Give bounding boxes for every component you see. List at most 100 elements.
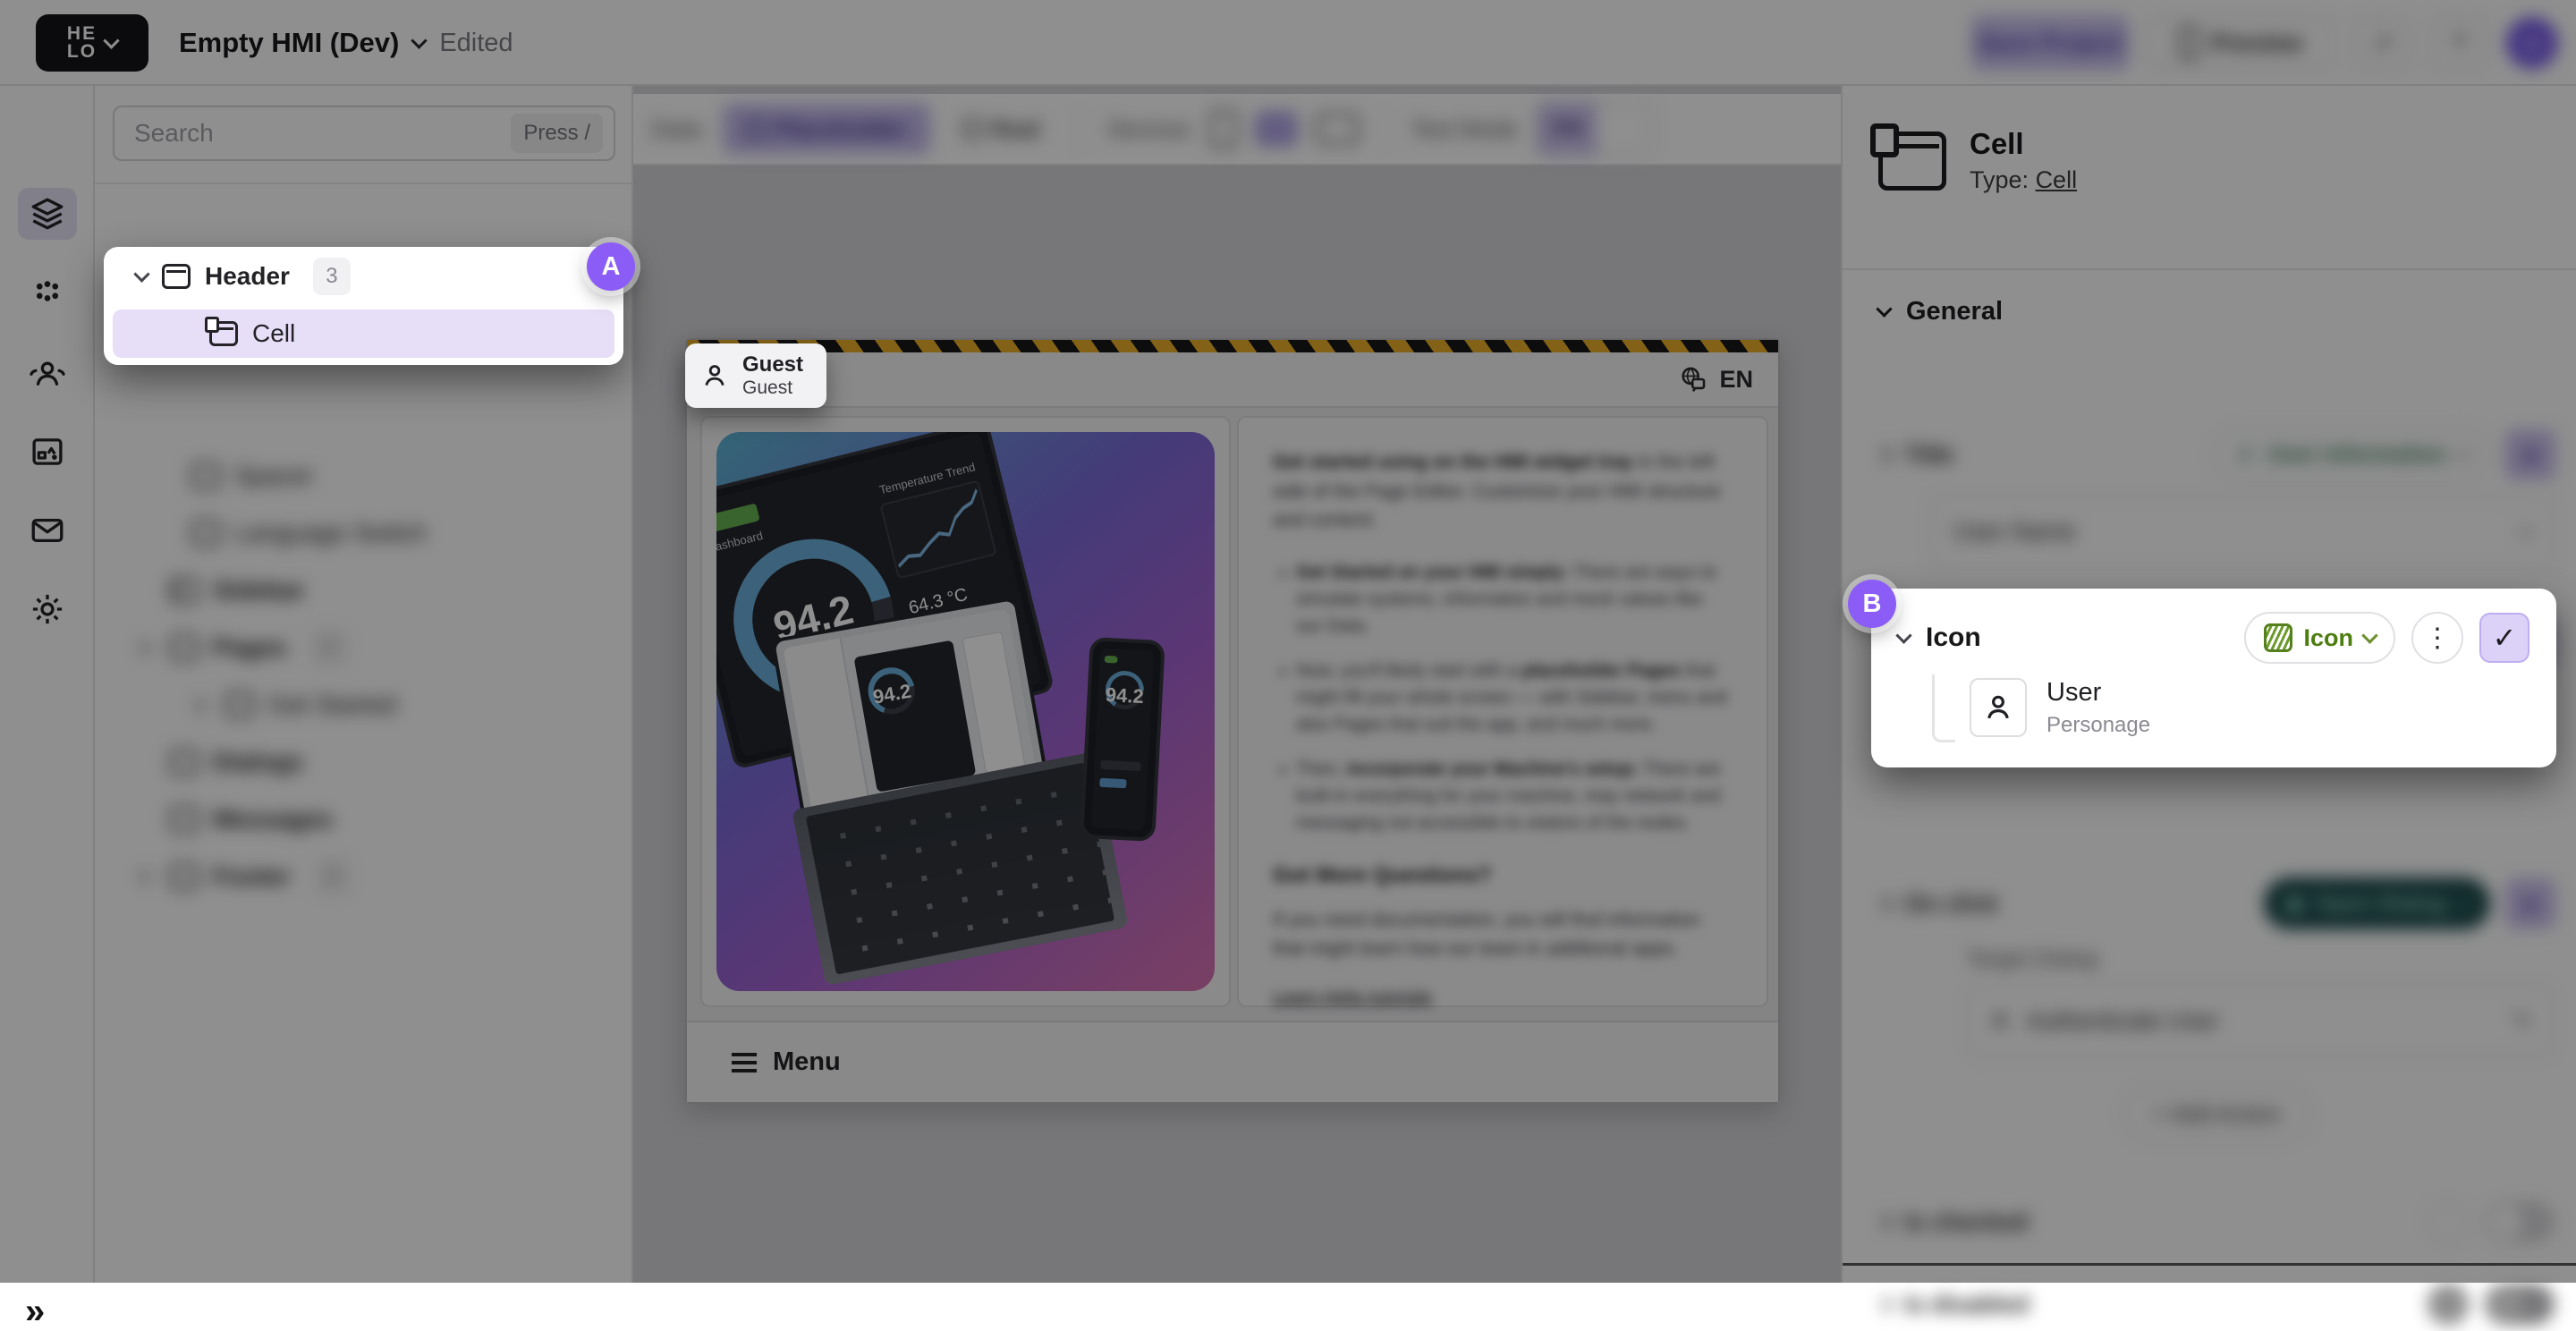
rail-item-users[interactable] xyxy=(18,347,77,399)
preview-button[interactable]: Preview xyxy=(2147,15,2334,71)
gear-icon xyxy=(29,590,66,628)
inspector-header: Cell Type: Cell xyxy=(1878,127,2077,194)
selected-icon-label: User Personage xyxy=(2046,678,2150,738)
monitor-device-button[interactable] xyxy=(1316,114,1359,144)
highlighted-icon-section: Icon Icon ⋮ ✓ User Personage xyxy=(1871,589,2556,767)
indent-guide xyxy=(1932,674,1955,742)
tree-item-pages[interactable]: Pages 2 xyxy=(95,619,633,676)
tree-item-cell-selected[interactable]: Cell xyxy=(113,309,614,358)
rail-item-settings[interactable] xyxy=(18,583,77,635)
test-mode-label: Test Mode xyxy=(1411,115,1518,143)
binding-circle-button[interactable] xyxy=(2428,1201,2469,1242)
helio-logo[interactable]: HELO xyxy=(36,14,148,72)
tree-item-messages[interactable]: Messages xyxy=(95,791,633,848)
selected-icon-tile[interactable] xyxy=(1970,678,2027,737)
guest-cell-widget[interactable]: Guest Guest xyxy=(685,343,826,408)
divider xyxy=(1384,109,1385,148)
person-icon xyxy=(699,360,730,391)
help-button[interactable]: ? xyxy=(2429,15,2488,71)
preview-content: Dashboard 94.2kg/h Temperature Trend 64.… xyxy=(687,408,1778,1022)
search-box[interactable]: Press / xyxy=(113,106,615,161)
confirm-check-button[interactable]: ✓ xyxy=(2479,613,2529,663)
icon-section-label: Icon xyxy=(1926,623,1981,653)
expand-rail-button[interactable]: » xyxy=(25,1293,45,1329)
devices-group: Devices xyxy=(1107,110,1358,148)
rail-item-messages[interactable] xyxy=(18,504,77,556)
binding-button[interactable]: ◈ xyxy=(2506,879,2555,928)
tree-item-dialogs[interactable]: Dialogs xyxy=(95,733,633,791)
binding-button[interactable]: ◈ xyxy=(2506,430,2555,479)
user-avatar[interactable]: ● xyxy=(2506,17,2558,69)
is-checked-toggle[interactable] xyxy=(2485,1201,2555,1242)
chevron-down-icon xyxy=(2454,893,2470,909)
data-label: Data: xyxy=(651,115,707,143)
devices-hero-image: Dashboard 94.2kg/h Temperature Trend 64.… xyxy=(716,432,1215,991)
project-title: Empty HMI (Dev) xyxy=(179,27,399,59)
tree-item-sidebar[interactable]: Sidebar xyxy=(95,562,633,619)
project-switcher[interactable]: Empty HMI (Dev) Edited xyxy=(179,0,513,86)
preview-menu-bar[interactable]: Menu xyxy=(687,1021,1778,1102)
chevron-right-icon xyxy=(1876,1214,1892,1230)
target-dialog-input[interactable]: Authenticate User ✎ xyxy=(1966,984,2555,1057)
hamburger-icon xyxy=(732,1053,757,1056)
more-options-button[interactable]: ⋮ xyxy=(2411,612,2463,664)
guest-title: Guest xyxy=(742,352,803,377)
language-code: EN xyxy=(1719,366,1753,394)
helio-logo-mark: HELO xyxy=(67,25,97,61)
editor-canvas: Data: Placeholder Real Devices Test Mode… xyxy=(633,86,1841,1283)
chevron-right-icon xyxy=(189,697,205,713)
data-mode-group: Data: Placeholder Real xyxy=(651,104,1055,154)
pages-icon xyxy=(170,635,199,660)
chevron-down-icon xyxy=(2361,627,2377,643)
panel-bottom-divider xyxy=(1843,1263,2576,1266)
guest-subtitle: Guest xyxy=(742,377,803,399)
tree-item-footer[interactable]: Footer 2 xyxy=(95,848,633,905)
general-section-header[interactable]: General xyxy=(1878,297,2003,326)
rail-item-assets[interactable] xyxy=(18,426,77,478)
divider xyxy=(95,182,633,184)
icon-type-pill[interactable]: Icon xyxy=(2244,612,2395,664)
chevron-down-icon xyxy=(2454,444,2470,460)
messages-icon xyxy=(170,807,199,832)
tree-item-get-started[interactable]: Get Started xyxy=(95,676,633,733)
globe-language-icon xyxy=(1678,364,1708,394)
count-badge: 2 xyxy=(314,858,352,895)
search-input[interactable] xyxy=(134,119,500,148)
title-value-select[interactable]: User Name xyxy=(1930,496,2555,567)
count-badge: 3 xyxy=(313,258,351,295)
page-icon xyxy=(225,692,254,717)
add-action-row: + Add Action xyxy=(1878,1086,2555,1141)
tablet-device-button[interactable] xyxy=(1257,113,1296,145)
binding-circle-button[interactable] xyxy=(2428,1284,2469,1325)
chevron-down-icon xyxy=(133,266,149,282)
tree-item-header[interactable]: Header 3 xyxy=(104,247,623,306)
users-icon xyxy=(29,354,66,392)
welcome-bullet: Get Started on your HMI simply: There ar… xyxy=(1296,559,1733,640)
tree-item-spacer[interactable]: Spacer xyxy=(95,447,633,504)
data-placeholder-option[interactable]: Placeholder xyxy=(723,104,929,154)
rail-item-components[interactable] xyxy=(18,268,77,320)
add-action-button[interactable]: + Add Action xyxy=(2123,1086,2309,1141)
title-binding-pill[interactable]: User Information xyxy=(2212,428,2490,480)
test-mode-toggle[interactable]: ON xyxy=(1536,101,1654,157)
chevron-down-icon xyxy=(1876,301,1892,317)
tutorials-link[interactable]: Learn Helio tutorials xyxy=(1273,988,1432,1007)
project-chevron-icon xyxy=(411,32,428,48)
target-dialog-label-wrap: Target Dialog xyxy=(1966,946,2097,972)
language-switch[interactable]: EN xyxy=(1678,364,1753,394)
title-property-row: Title User Information ◈ xyxy=(1878,428,2555,481)
on-click-row: On click ▣Open Dialog ◈ xyxy=(1878,877,2555,930)
share-button[interactable]: ↗ xyxy=(2352,15,2411,71)
is-disabled-toggle[interactable] xyxy=(2485,1284,2555,1325)
type-link[interactable]: Cell xyxy=(2036,166,2078,193)
chevron-down-icon xyxy=(2517,521,2533,537)
tree-item-language-switch[interactable]: Language Switch xyxy=(95,504,633,562)
save-project-button[interactable]: Save Project xyxy=(1971,15,2129,71)
canvas-toolbar: Data: Placeholder Real Devices Test Mode… xyxy=(633,94,1841,165)
rail-item-layers[interactable] xyxy=(18,188,77,240)
open-dialog-action-button[interactable]: ▣Open Dialog xyxy=(2264,877,2490,929)
mail-icon xyxy=(29,512,66,549)
edit-pencil-icon[interactable]: ✎ xyxy=(2512,1006,2533,1036)
phone-device-button[interactable] xyxy=(1210,110,1237,148)
data-real-option[interactable]: Real xyxy=(946,104,1056,154)
